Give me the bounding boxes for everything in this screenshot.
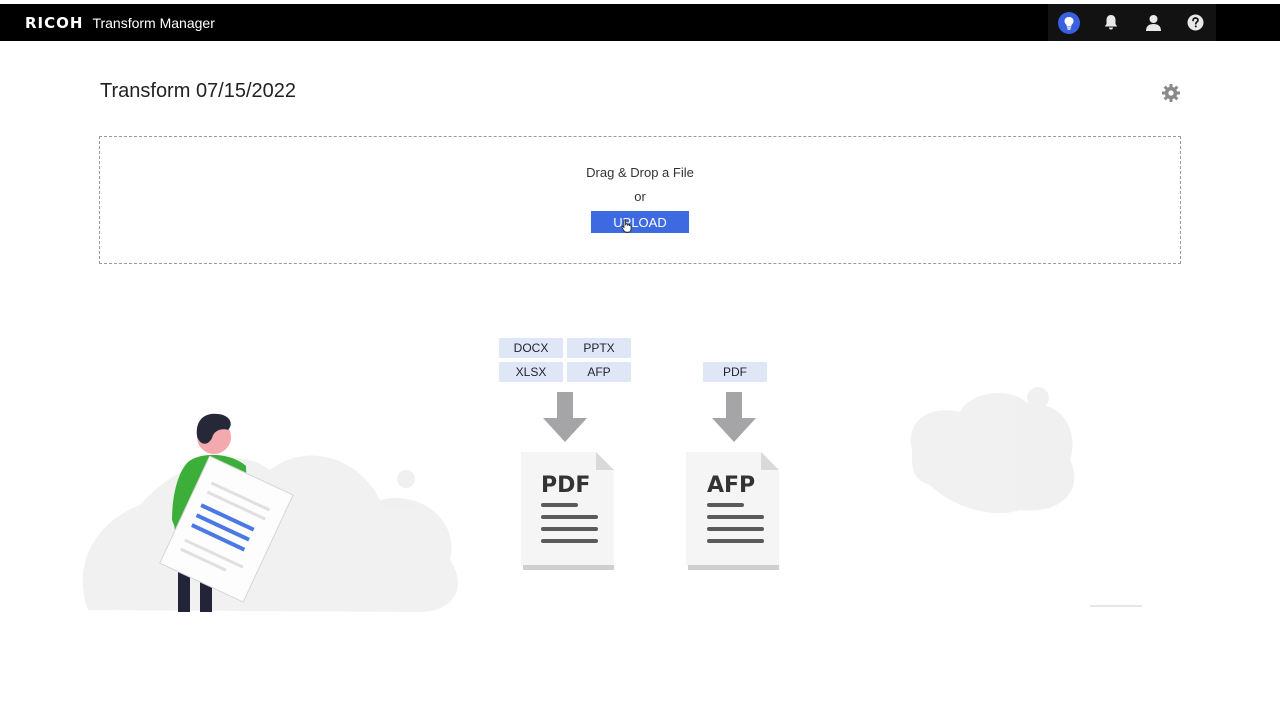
conversion-illustration: PDF AFP xyxy=(82,387,1142,612)
pdf-document-icon xyxy=(521,452,614,570)
down-arrow-icon xyxy=(712,392,756,442)
format-chip: PPTX xyxy=(567,338,631,358)
format-chip: PDF xyxy=(703,362,767,382)
down-arrow-icon xyxy=(543,392,587,442)
background-blob-right xyxy=(910,393,1075,514)
format-chip: XLSX xyxy=(499,362,563,382)
format-chip: AFP xyxy=(567,362,631,382)
afp-document-icon xyxy=(686,452,779,570)
decorative-scribble xyxy=(1090,605,1142,607)
background-dot-left xyxy=(397,470,415,488)
pdf-output-label: PDF xyxy=(541,473,590,498)
format-chip: DOCX xyxy=(499,338,563,358)
afp-output-label: AFP xyxy=(707,473,755,498)
background-dot-right xyxy=(1027,387,1049,409)
